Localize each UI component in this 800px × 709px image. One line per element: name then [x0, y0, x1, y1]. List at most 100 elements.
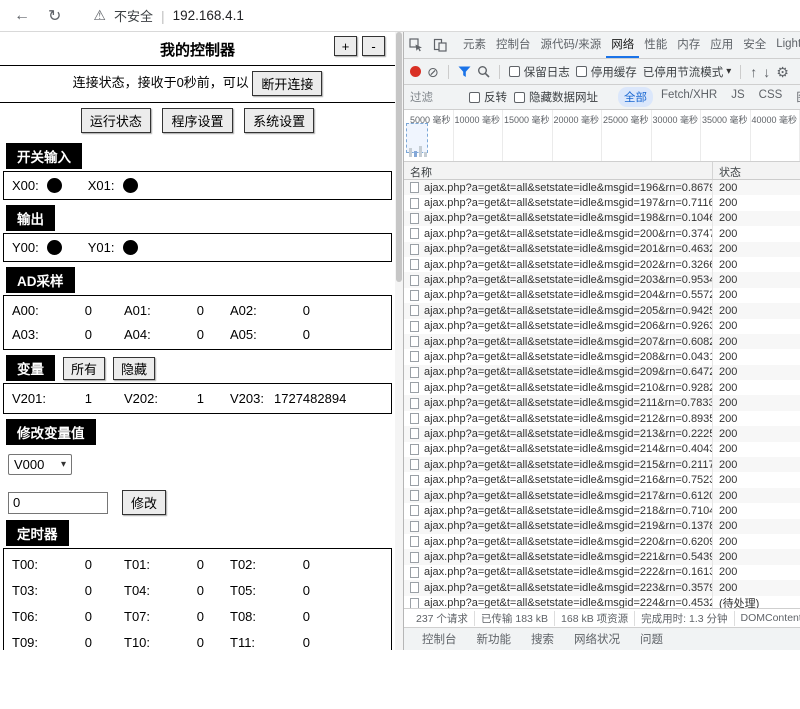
network-request-row[interactable]: ajax.php?a=get&t=all&setstate=idle&msgid…	[404, 457, 800, 472]
invert-filter-label: 反转	[484, 89, 507, 105]
disable-cache-checkbox[interactable]	[576, 66, 587, 77]
request-type-filter[interactable]: CSS	[753, 87, 789, 107]
column-header-status[interactable]: 状态	[713, 162, 800, 179]
variable-value-input[interactable]	[8, 492, 108, 514]
network-settings-icon[interactable]: ⚙	[776, 65, 789, 79]
drawer-tab[interactable]: 搜索	[523, 631, 562, 647]
request-type-filter[interactable]: 全部	[618, 87, 653, 107]
zoom-in-button[interactable]: +	[334, 36, 357, 56]
drawer-tab[interactable]: 网络状况	[566, 631, 628, 647]
network-request-row[interactable]: ajax.php?a=get&t=all&setstate=idle&msgid…	[404, 303, 800, 318]
hide-variables-button[interactable]: 隐藏	[113, 357, 155, 380]
modify-button[interactable]: 修改	[122, 490, 166, 515]
network-request-row[interactable]: ajax.php?a=get&t=all&setstate=idle&msgid…	[404, 488, 800, 503]
network-request-row[interactable]: ajax.php?a=get&t=all&setstate=idle&msgid…	[404, 549, 800, 564]
show-all-variables-button[interactable]: 所有	[63, 357, 105, 380]
refresh-icon[interactable]: ↻	[48, 6, 61, 26]
preserve-log-checkbox[interactable]	[509, 66, 520, 77]
network-request-row[interactable]: ajax.php?a=get&t=all&setstate=idle&msgid…	[404, 442, 800, 457]
request-url: ajax.php?a=get&t=all&setstate=idle&msgid…	[424, 474, 712, 486]
devtools-tab[interactable]: 网络	[606, 32, 639, 58]
devtools-tab[interactable]: 内存	[672, 32, 705, 58]
network-timeline-overview[interactable]: 5000 毫秒 10000 毫秒 15000 毫秒 20000 毫秒 25000…	[404, 110, 800, 162]
nav-button[interactable]: 系统设置	[244, 108, 314, 133]
page-scrollbar[interactable]	[395, 32, 403, 650]
device-toolbar-icon[interactable]	[428, 32, 452, 58]
back-icon[interactable]: ←	[14, 7, 30, 25]
network-request-row[interactable]: ajax.php?a=get&t=all&setstate=idle&msgid…	[404, 319, 800, 334]
network-request-row[interactable]: ajax.php?a=get&t=all&setstate=idle&msgid…	[404, 596, 800, 608]
network-request-row[interactable]: ajax.php?a=get&t=all&setstate=idle&msgid…	[404, 349, 800, 364]
filter-input[interactable]: 过滤	[410, 89, 462, 105]
section-header-switch-input: 开关输入	[6, 143, 82, 169]
network-request-row[interactable]: ajax.php?a=get&t=all&setstate=idle&msgid…	[404, 272, 800, 287]
devtools-tab[interactable]: 应用	[705, 32, 738, 58]
column-header-name[interactable]: 名称	[404, 162, 713, 179]
search-icon[interactable]	[477, 65, 490, 78]
nav-button[interactable]: 程序设置	[162, 108, 232, 133]
filter-icon[interactable]	[458, 66, 471, 78]
controller-title-row: 我的控制器 + -	[0, 32, 395, 66]
network-request-row[interactable]: ajax.php?a=get&t=all&setstate=idle&msgid…	[404, 365, 800, 380]
network-request-row[interactable]: ajax.php?a=get&t=all&setstate=idle&msgid…	[404, 580, 800, 595]
request-status: (待处理)	[713, 595, 800, 608]
devtools-tab[interactable]: 安全	[738, 32, 771, 58]
network-request-row[interactable]: ajax.php?a=get&t=all&setstate=idle&msgid…	[404, 472, 800, 487]
drawer-tab[interactable]: 问题	[632, 631, 671, 647]
request-url: ajax.php?a=get&t=all&setstate=idle&msgid…	[424, 197, 712, 209]
section-header-variables: 变量	[6, 355, 55, 381]
devtools-tab[interactable]: Lighthouse	[771, 32, 800, 58]
request-url: ajax.php?a=get&t=all&setstate=idle&msgid…	[424, 413, 712, 425]
switch-input-box: X00: X01:	[3, 171, 392, 200]
network-request-row[interactable]: ajax.php?a=get&t=all&setstate=idle&msgid…	[404, 426, 800, 441]
network-request-row[interactable]: ajax.php?a=get&t=all&setstate=idle&msgid…	[404, 380, 800, 395]
network-request-row[interactable]: ajax.php?a=get&t=all&setstate=idle&msgid…	[404, 334, 800, 349]
hide-data-urls-checkbox[interactable]	[514, 92, 525, 103]
export-har-icon[interactable]: ↓	[763, 65, 770, 79]
devtools-tab[interactable]: 性能	[639, 32, 672, 58]
preserve-log-label: 保留日志	[524, 64, 570, 80]
import-har-icon[interactable]: ↑	[750, 65, 757, 79]
network-request-row[interactable]: ajax.php?a=get&t=all&setstate=idle&msgid…	[404, 288, 800, 303]
network-request-row[interactable]: ajax.php?a=get&t=all&setstate=idle&msgid…	[404, 211, 800, 226]
state-led-indicator	[47, 178, 62, 193]
drawer-tab[interactable]: 控制台	[414, 631, 465, 647]
variable-label: V202:	[124, 391, 168, 406]
document-icon	[410, 213, 419, 224]
inspect-element-icon[interactable]	[404, 32, 428, 58]
devtools-tab[interactable]: 源代码/来源	[536, 32, 607, 58]
network-request-row[interactable]: ajax.php?a=get&t=all&setstate=idle&msgid…	[404, 411, 800, 426]
request-type-filter[interactable]: Fetch/XHR	[655, 87, 723, 107]
network-request-row[interactable]: ajax.php?a=get&t=all&setstate=idle&msgid…	[404, 195, 800, 210]
io-label: X01:	[88, 178, 115, 193]
record-icon[interactable]	[410, 66, 421, 77]
network-request-row[interactable]: ajax.php?a=get&t=all&setstate=idle&msgid…	[404, 226, 800, 241]
request-status: 200	[713, 243, 800, 255]
disconnect-button[interactable]: 断开连接	[252, 71, 322, 96]
request-type-filter[interactable]: JS	[725, 87, 750, 107]
network-request-row[interactable]: ajax.php?a=get&t=all&setstate=idle&msgid…	[404, 519, 800, 534]
zoom-out-button[interactable]: -	[362, 36, 385, 56]
network-request-row[interactable]: ajax.php?a=get&t=all&setstate=idle&msgid…	[404, 242, 800, 257]
request-url: ajax.php?a=get&t=all&setstate=idle&msgid…	[424, 459, 712, 471]
devtools-tab[interactable]: 控制台	[491, 32, 536, 58]
throttling-select[interactable]: 已停用节流模式 ▾	[643, 64, 732, 80]
clear-icon[interactable]: ⊘	[427, 65, 439, 79]
network-request-row[interactable]: ajax.php?a=get&t=all&setstate=idle&msgid…	[404, 534, 800, 549]
variable-select[interactable]: V000 ▾	[8, 454, 72, 475]
request-url: ajax.php?a=get&t=all&setstate=idle&msgid…	[424, 228, 712, 240]
devtools-tab[interactable]: 元素	[458, 32, 491, 58]
timer-value: 0	[56, 609, 92, 624]
address-bar[interactable]: ⚠ 不安全 | 192.168.4.1	[93, 6, 244, 25]
network-request-row[interactable]: ajax.php?a=get&t=all&setstate=idle&msgid…	[404, 503, 800, 518]
drawer-tab[interactable]: 新功能	[469, 631, 520, 647]
request-status: 200	[713, 397, 800, 409]
scrollbar-thumb[interactable]	[396, 32, 402, 282]
request-type-filter[interactable]: 图片	[790, 87, 800, 107]
network-request-row[interactable]: ajax.php?a=get&t=all&setstate=idle&msgid…	[404, 180, 800, 195]
network-request-row[interactable]: ajax.php?a=get&t=all&setstate=idle&msgid…	[404, 395, 800, 410]
nav-button[interactable]: 运行状态	[81, 108, 151, 133]
network-request-row[interactable]: ajax.php?a=get&t=all&setstate=idle&msgid…	[404, 565, 800, 580]
network-request-row[interactable]: ajax.php?a=get&t=all&setstate=idle&msgid…	[404, 257, 800, 272]
invert-filter-checkbox[interactable]	[469, 92, 480, 103]
